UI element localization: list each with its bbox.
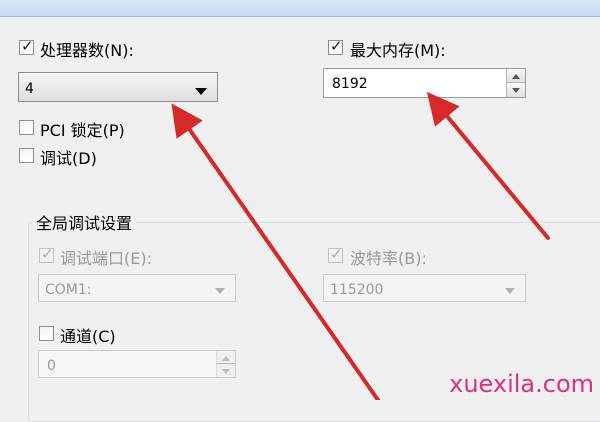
watermark: xuexila.com (449, 370, 594, 398)
baud-rate-value: 115200 (330, 282, 384, 298)
spin-up-icon[interactable] (507, 69, 525, 83)
debug-checkbox[interactable] (19, 148, 34, 163)
pci-lock-label: PCI 锁定(P) (40, 121, 125, 140)
processors-value: 4 (25, 81, 34, 97)
spin-up-icon[interactable] (217, 351, 235, 364)
max-memory-label: 最大内存(M): (350, 41, 446, 60)
chevron-down-icon (195, 88, 207, 95)
arrow-to-max-memory (426, 91, 550, 240)
baud-rate-label: 波特率(B): (350, 249, 427, 268)
channel-checkbox[interactable] (39, 326, 54, 341)
max-memory-value: 8192 (332, 76, 368, 92)
channel-value: 0 (47, 358, 56, 374)
max-memory-stepper[interactable]: 8192 (323, 68, 526, 98)
debug-port-checkbox[interactable] (39, 245, 54, 263)
channel-stepper[interactable]: 0 (38, 350, 236, 378)
max-memory-spin-buttons (506, 69, 525, 97)
max-memory-checkbox[interactable] (328, 37, 343, 55)
debug-port-dropdown[interactable]: COM1: (38, 274, 236, 302)
channel-spin-buttons (216, 351, 235, 377)
debug-label: 调试(D) (40, 149, 97, 168)
debug-port-value: COM1: (45, 282, 92, 298)
pci-lock-checkbox[interactable] (19, 120, 34, 135)
window-titlebar (0, 0, 600, 17)
processors-label: 处理器数(N): (40, 41, 134, 60)
channel-label: 通道(C) (60, 327, 116, 346)
baud-rate-checkbox[interactable] (328, 245, 343, 263)
spin-down-icon[interactable] (507, 83, 525, 97)
processors-dropdown[interactable]: 4 (18, 72, 218, 102)
spin-down-icon[interactable] (217, 364, 235, 377)
processors-checkbox[interactable] (19, 37, 34, 55)
debug-port-label: 调试端口(E): (60, 249, 152, 268)
chevron-down-icon (505, 288, 515, 294)
global-debug-title: 全局调试设置 (32, 210, 137, 234)
chevron-down-icon (215, 288, 225, 294)
baud-rate-dropdown[interactable]: 115200 (323, 274, 526, 302)
